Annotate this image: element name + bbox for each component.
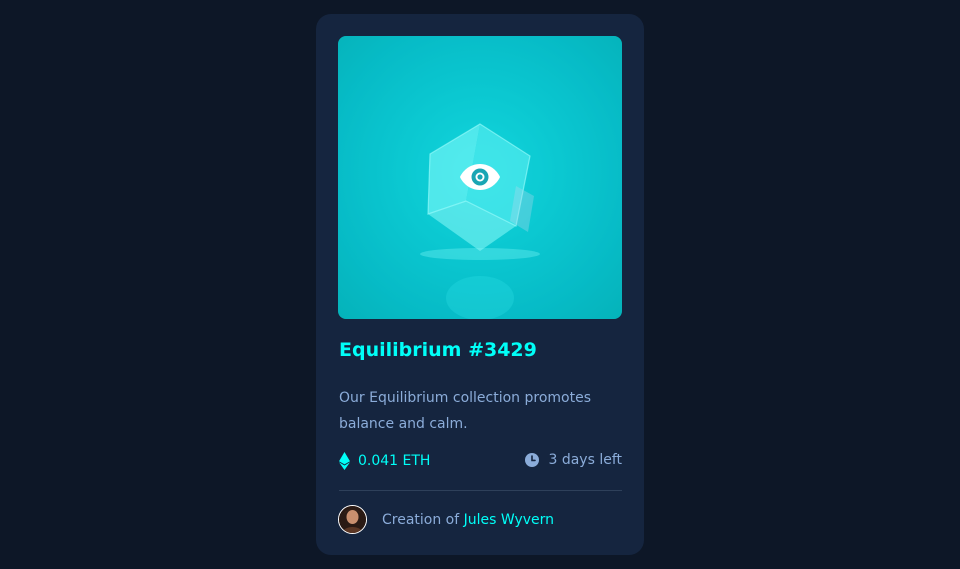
price-info: 0.041 ETH	[339, 452, 430, 470]
avatar-portrait	[339, 506, 366, 533]
creator-name-link[interactable]: Jules Wyvern	[464, 512, 554, 528]
creator-credit: Creation of Jules Wyvern	[382, 512, 554, 528]
price-value: 0.041 ETH	[358, 453, 431, 469]
nft-image[interactable]	[338, 36, 622, 319]
nft-preview-card: Equilibrium #3429 Our Equilibrium collec…	[316, 14, 644, 555]
creator-prefix: Creation of	[382, 511, 460, 528]
time-left-value: 3 days left	[548, 452, 622, 468]
nft-title[interactable]: Equilibrium #3429	[339, 339, 537, 361]
creator-avatar	[338, 505, 367, 534]
time-info: 3 days left	[525, 452, 622, 468]
creator-info: Creation of Jules Wyvern	[338, 505, 554, 534]
view-eye-icon[interactable]	[459, 162, 501, 192]
clock-icon	[525, 453, 540, 467]
nft-meta-row: 0.041 ETH 3 days left	[339, 452, 622, 472]
divider	[339, 490, 622, 491]
nft-description: Our Equilibrium collection promotes bala…	[339, 390, 591, 432]
ethereum-icon	[339, 452, 350, 470]
